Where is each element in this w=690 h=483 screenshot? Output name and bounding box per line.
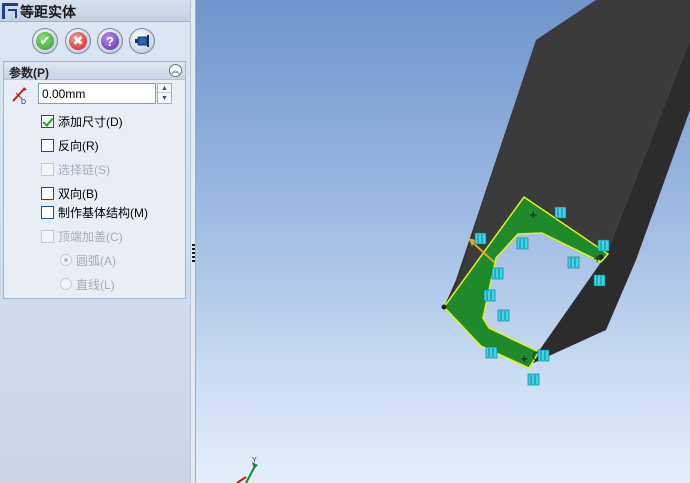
graphics-viewport[interactable]: + + + Y bbox=[196, 0, 690, 483]
arc-label: 圆弧(A) bbox=[76, 253, 116, 268]
add-dimensions-option[interactable]: 添加尺寸(D) bbox=[41, 113, 123, 129]
panel-title: 等距实体 bbox=[20, 4, 76, 20]
property-manager-panel: 等距实体 ✔ ✖ ? 参数(P) ︽ D ▲ bbox=[0, 0, 190, 483]
parameters-group-title: 参数(P) bbox=[9, 66, 49, 80]
offset-distance-icon: D bbox=[12, 87, 27, 105]
pin-button[interactable] bbox=[129, 28, 155, 54]
spinner-down-icon[interactable]: ▼ bbox=[158, 94, 171, 103]
triad-y-label: Y bbox=[252, 457, 257, 464]
question-icon: ? bbox=[101, 32, 119, 50]
relation-marker-icon[interactable] bbox=[485, 346, 498, 359]
select-chain-checkbox bbox=[41, 162, 54, 176]
relation-marker-icon[interactable] bbox=[567, 256, 580, 269]
sketch-point-plus-icon: + bbox=[593, 254, 601, 265]
relation-marker-icon[interactable] bbox=[491, 267, 504, 280]
cancel-button[interactable]: ✖ bbox=[65, 28, 91, 54]
relation-marker-icon[interactable] bbox=[593, 274, 606, 287]
select-chain-label: 选择链(S) bbox=[58, 162, 110, 177]
reverse-checkbox[interactable] bbox=[41, 138, 54, 152]
collapse-chevron-icon[interactable]: ︽ bbox=[169, 64, 182, 77]
bidirectional-checkbox[interactable] bbox=[41, 186, 54, 200]
parameters-group-header[interactable]: 参数(P) ︽ bbox=[4, 62, 185, 80]
svg-text:D: D bbox=[21, 99, 26, 105]
close-icon: ✖ bbox=[69, 32, 87, 50]
distance-spinner[interactable]: ▲ ▼ bbox=[157, 83, 172, 104]
reverse-label: 反向(R) bbox=[58, 138, 99, 153]
make-base-construction-checkbox[interactable] bbox=[41, 205, 54, 219]
offset-distance-input[interactable] bbox=[38, 83, 156, 104]
relation-marker-icon[interactable] bbox=[474, 232, 487, 245]
checkmark-icon: ✔ bbox=[36, 32, 54, 50]
sketch-vertex[interactable] bbox=[441, 304, 447, 310]
make-base-construction-option[interactable]: 制作基体结构(M) bbox=[41, 204, 148, 220]
arc-option: 圆弧(A) bbox=[60, 252, 116, 268]
line-radio bbox=[60, 278, 72, 290]
make-base-construction-label: 制作基体结构(M) bbox=[58, 205, 148, 220]
relation-marker-icon[interactable] bbox=[554, 206, 567, 219]
bidirectional-label: 双向(B) bbox=[58, 186, 98, 201]
arc-radio bbox=[60, 254, 72, 266]
relation-marker-icon[interactable] bbox=[537, 349, 550, 362]
splitter-grip-icon[interactable] bbox=[192, 244, 195, 264]
add-dimensions-label: 添加尺寸(D) bbox=[58, 114, 123, 129]
bidirectional-option[interactable]: 双向(B) bbox=[41, 185, 98, 201]
model-canvas[interactable]: + + + Y bbox=[196, 0, 690, 483]
ok-button[interactable]: ✔ bbox=[32, 28, 58, 54]
relation-marker-icon[interactable] bbox=[516, 237, 529, 250]
line-label: 直线(L) bbox=[76, 277, 115, 292]
spinner-up-icon[interactable]: ▲ bbox=[158, 84, 171, 93]
cap-ends-checkbox bbox=[41, 229, 54, 243]
sketch-point-plus-icon: + bbox=[529, 210, 537, 221]
add-dimensions-checkbox[interactable] bbox=[41, 114, 54, 128]
relation-marker-icon[interactable] bbox=[497, 309, 510, 322]
reverse-option[interactable]: 反向(R) bbox=[41, 137, 99, 153]
panel-title-bar: 等距实体 bbox=[0, 0, 190, 22]
reference-triad: Y bbox=[236, 457, 258, 483]
pin-icon bbox=[135, 35, 149, 47]
relation-marker-icon[interactable] bbox=[597, 239, 610, 252]
select-chain-option: 选择链(S) bbox=[41, 161, 110, 177]
relation-marker-icon[interactable] bbox=[527, 373, 540, 386]
sketch-point-plus-icon: + bbox=[520, 354, 528, 365]
help-button[interactable]: ? bbox=[97, 28, 123, 54]
offset-entities-icon bbox=[2, 3, 18, 19]
cap-ends-option: 顶端加盖(C) bbox=[41, 228, 123, 244]
cap-ends-label: 顶端加盖(C) bbox=[58, 229, 123, 244]
relation-marker-icon[interactable] bbox=[483, 289, 496, 302]
line-option: 直线(L) bbox=[60, 276, 115, 292]
